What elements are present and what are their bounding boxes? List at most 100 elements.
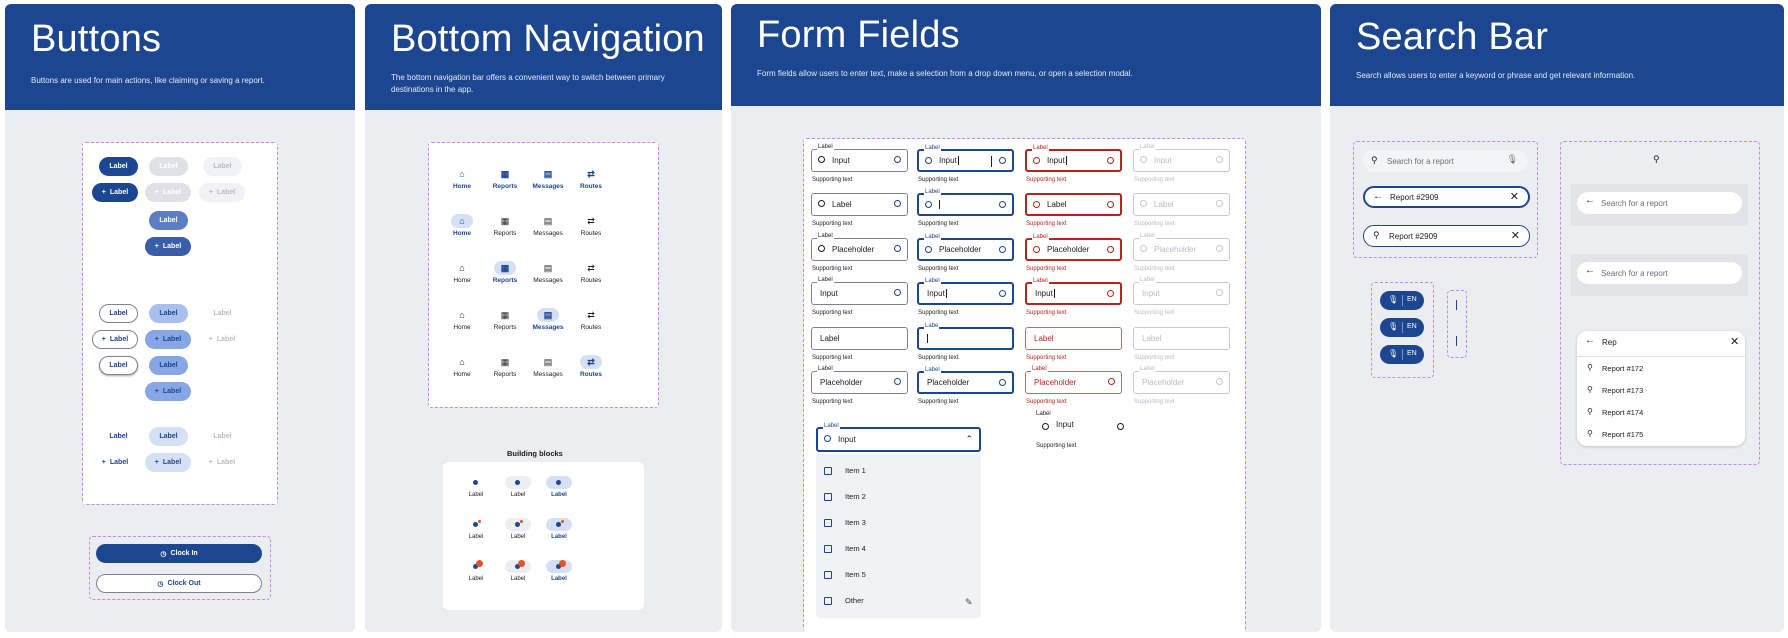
star-icon[interactable]	[1216, 289, 1223, 296]
star-icon[interactable]	[1108, 378, 1115, 385]
tonal-button[interactable]: Label	[149, 304, 188, 323]
star-icon[interactable]	[1216, 156, 1223, 163]
text-field[interactable]: Label	[1025, 193, 1122, 216]
star-icon[interactable]	[1216, 245, 1223, 252]
dropdown-item[interactable]: Item 1	[845, 466, 866, 475]
text-field[interactable]: Label Input	[811, 277, 908, 305]
search-bar-empty[interactable]: ⚲ Search for a report 🎙	[1363, 150, 1528, 172]
text-field[interactable]: Label Placeholder	[917, 367, 1014, 394]
back-arrow-icon[interactable]: ←	[1585, 195, 1595, 206]
close-icon[interactable]: ✕	[1510, 190, 1519, 203]
star-icon[interactable]	[894, 289, 901, 296]
tonal-button-hover[interactable]: Label	[149, 356, 188, 375]
star-icon[interactable]	[999, 379, 1006, 386]
text-icon-button-hover[interactable]: + Label	[145, 453, 191, 472]
text-field[interactable]: Label	[917, 189, 1014, 216]
dropdown-item[interactable]: Item 3	[845, 518, 866, 527]
nav-item-routes[interactable]: ⇄ Routes	[571, 355, 611, 378]
text-field[interactable]: Label Placeholder	[917, 234, 1014, 261]
nav-item-reports[interactable]: ▦ Reports	[485, 214, 525, 238]
checkbox[interactable]	[824, 571, 832, 579]
nav-item-messages[interactable]: ▤ Messages	[528, 214, 568, 238]
tonal-icon-button[interactable]: + Label	[145, 330, 191, 349]
star-icon[interactable]	[894, 200, 901, 207]
nav-item-reports[interactable]: ▦ Reports	[485, 308, 525, 332]
star-icon[interactable]	[999, 246, 1006, 253]
checkbox[interactable]	[824, 493, 832, 501]
star-icon[interactable]	[1107, 290, 1114, 297]
outlined-icon-button[interactable]: + Label	[92, 330, 138, 349]
nav-item-home[interactable]: ⌂ Home	[442, 167, 482, 190]
text-field[interactable]: Label	[811, 327, 908, 350]
inline-field[interactable]: Input	[1036, 420, 1133, 436]
star-icon[interactable]	[999, 201, 1006, 208]
text-field[interactable]: Label Placeholder	[811, 366, 908, 394]
text-icon-button[interactable]: + Label	[92, 453, 138, 472]
text-field[interactable]: Label Input	[1025, 278, 1122, 305]
nav-item-home[interactable]: ⌂ Home	[442, 355, 482, 378]
search-bar-filled[interactable]: ⚲ Report #2909 ✕	[1363, 225, 1530, 247]
nav-item-routes[interactable]: ⇄ Routes	[571, 261, 611, 285]
back-arrow-icon[interactable]: ←	[1585, 265, 1595, 276]
text-field[interactable]: Label Input	[1025, 145, 1122, 172]
star-icon[interactable]	[1107, 157, 1114, 164]
star-icon[interactable]	[1216, 378, 1223, 385]
filled-button-pressed[interactable]: Label	[149, 211, 188, 230]
nav-item-messages[interactable]: ▤ Messages	[528, 308, 568, 331]
nav-item-reports[interactable]: ▦ Reports	[485, 355, 525, 379]
text-field[interactable]: Label	[1025, 327, 1122, 350]
text-field[interactable]: Label Placeholder	[811, 233, 908, 261]
tonal-icon-button-hover[interactable]: + Label	[145, 382, 191, 401]
dropdown-item[interactable]: Other	[845, 596, 864, 605]
close-icon[interactable]: ✕	[1730, 335, 1739, 348]
text-button[interactable]: Label	[99, 427, 138, 446]
mic-icon[interactable]: 🎙	[1507, 154, 1518, 165]
star-icon[interactable]	[894, 156, 901, 163]
dropdown-field[interactable]: Label Input ⌃	[816, 423, 981, 452]
star-icon[interactable]	[999, 157, 1006, 164]
text-field[interactable]: Labe	[917, 323, 1014, 350]
search-result[interactable]: Report #175	[1602, 430, 1643, 439]
star-icon[interactable]	[894, 245, 901, 252]
outlined-button[interactable]: Label	[99, 304, 138, 323]
search-icon[interactable]: ⚲	[1653, 154, 1660, 165]
checkbox[interactable]	[824, 519, 832, 527]
text-field[interactable]: Label Input	[917, 145, 1014, 172]
dropdown-item[interactable]: Item 5	[845, 570, 866, 579]
voice-input-button[interactable]: 🎙 EN	[1380, 318, 1424, 337]
search-bar-active[interactable]: ← Report #2909 ✕	[1363, 186, 1530, 208]
nav-item-home[interactable]: ⌂ Home	[442, 261, 482, 284]
back-arrow-icon[interactable]: ←	[1585, 335, 1595, 346]
nav-item-routes[interactable]: ⇄ Routes	[571, 214, 611, 238]
text-field[interactable]: Label Input	[811, 144, 908, 172]
search-view-bar[interactable]: ← Search for a report	[1577, 192, 1742, 214]
nav-item-routes[interactable]: ⇄ Routes	[571, 308, 611, 332]
clock-out-button[interactable]: ◷ Clock Out	[96, 574, 262, 593]
text-field[interactable]: Label Placeholder	[1025, 366, 1122, 394]
text-field[interactable]: Label	[811, 193, 908, 216]
filled-button[interactable]: Label	[99, 157, 138, 176]
search-view-bar[interactable]: ← Search for a report	[1577, 262, 1742, 284]
pencil-icon[interactable]: ✎	[965, 597, 973, 608]
dropdown-item[interactable]: Item 4	[845, 544, 866, 553]
search-query[interactable]: Rep	[1602, 338, 1617, 347]
search-result[interactable]: Report #173	[1602, 386, 1643, 395]
filled-icon-button-pressed[interactable]: + Label	[145, 237, 191, 256]
dropdown-item[interactable]: Item 2	[845, 492, 866, 501]
voice-input-button[interactable]: 🎙 EN	[1380, 291, 1424, 310]
clock-in-button[interactable]: ◷ Clock In	[96, 544, 262, 563]
nav-item-reports[interactable]: ▦ Reports	[485, 261, 525, 284]
voice-input-button[interactable]: 🎙 EN	[1380, 345, 1424, 364]
text-field[interactable]: Label Placeholder	[1025, 234, 1122, 261]
nav-item-messages[interactable]: ▤ Messages	[528, 261, 568, 285]
close-icon[interactable]: ✕	[1511, 229, 1520, 242]
text-field[interactable]: Label Input	[917, 278, 1014, 305]
back-arrow-icon[interactable]: ←	[1373, 191, 1383, 202]
checkbox[interactable]	[824, 545, 832, 553]
text-button-hover[interactable]: Label	[149, 427, 188, 446]
nav-item-home[interactable]: ⌂ Home	[442, 214, 482, 237]
nav-item-messages[interactable]: ▤ Messages	[528, 355, 568, 379]
nav-item-reports[interactable]: ▦ Reports	[485, 167, 525, 191]
star-icon[interactable]	[894, 378, 901, 385]
nav-item-messages[interactable]: ▤ Messages	[528, 167, 568, 191]
